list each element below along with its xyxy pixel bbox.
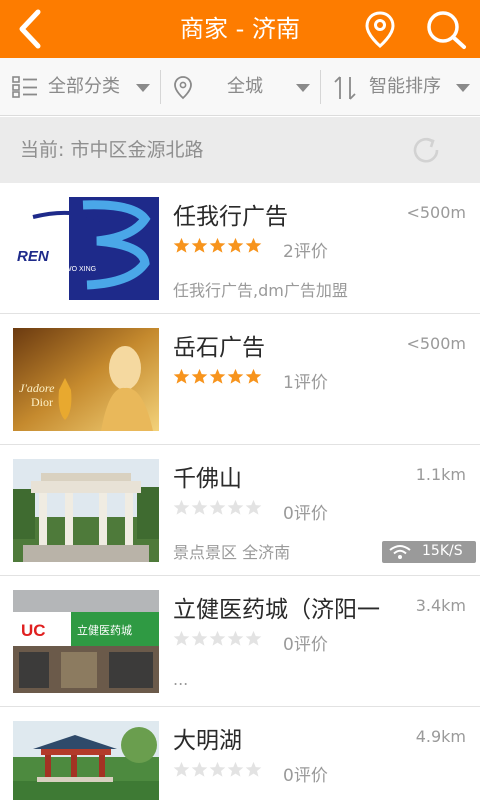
location-pin-icon bbox=[174, 76, 192, 100]
svg-text:REN: REN bbox=[17, 248, 50, 265]
star-icon bbox=[209, 368, 226, 384]
list-item[interactable]: UC 立健医药城 立健医药城（济阳一 3.4km 0评价 ... bbox=[0, 576, 480, 707]
svg-text:立健医药城: 立健医药城 bbox=[77, 623, 132, 637]
star-icon bbox=[209, 499, 226, 515]
star-icon bbox=[227, 630, 244, 646]
filter-category-label: 全部分类 bbox=[48, 76, 120, 97]
star-icon bbox=[245, 237, 262, 253]
current-location-bar: 当前: 市中区金源北路 bbox=[0, 117, 480, 183]
network-speed-badge: 15K/S bbox=[382, 541, 476, 563]
star-icon bbox=[209, 237, 226, 253]
star-icon bbox=[227, 499, 244, 515]
star-icon bbox=[191, 499, 208, 515]
wifi-icon bbox=[389, 545, 411, 559]
filter-area[interactable]: 全城 bbox=[161, 58, 319, 116]
list-item[interactable]: 千佛山 1.1km 0评价 景点景区 全济南 15K/S bbox=[0, 445, 480, 576]
star-icon bbox=[245, 368, 262, 384]
star-icon bbox=[191, 368, 208, 384]
filter-sort-label: 智能排序 bbox=[369, 76, 441, 97]
merchant-distance: <500m bbox=[406, 203, 466, 222]
location-pin-icon[interactable] bbox=[364, 10, 396, 48]
star-icon bbox=[173, 761, 190, 777]
refresh-icon[interactable] bbox=[410, 134, 442, 166]
star-icon bbox=[227, 368, 244, 384]
star-icon bbox=[173, 237, 190, 253]
star-icon bbox=[209, 630, 226, 646]
star-icon bbox=[227, 237, 244, 253]
merchant-thumbnail: REN WO XING bbox=[13, 197, 159, 300]
rating-stars bbox=[173, 237, 263, 257]
filter-bar: 全部分类 全城 智能排序 bbox=[0, 58, 480, 116]
logo-image: REN WO XING bbox=[13, 197, 159, 300]
merchant-description: ... bbox=[173, 670, 189, 689]
merchant-description: 任我行广告,dm广告加盟 bbox=[173, 281, 348, 300]
rating-stars bbox=[173, 630, 263, 650]
review-count: 0评价 bbox=[283, 766, 328, 786]
merchant-thumbnail: J'adore Dior bbox=[13, 328, 159, 431]
list-item[interactable]: REN WO XING 任我行广告 <500m 2评价 任我行广告,dm广告加盟 bbox=[0, 183, 480, 314]
star-icon bbox=[245, 761, 262, 777]
star-icon bbox=[227, 761, 244, 777]
star-icon bbox=[191, 761, 208, 777]
star-icon bbox=[191, 237, 208, 253]
merchant-distance: 4.9km bbox=[415, 727, 466, 746]
list-item[interactable]: J'adore Dior 岳石广告 <500m 1评价 bbox=[0, 314, 480, 445]
sort-icon bbox=[334, 76, 356, 100]
chevron-down-icon bbox=[296, 84, 310, 92]
chevron-down-icon bbox=[456, 84, 470, 92]
filter-area-label: 全城 bbox=[227, 76, 263, 97]
review-count: 2评价 bbox=[283, 242, 328, 262]
merchant-distance: 3.4km bbox=[415, 596, 466, 615]
star-icon bbox=[245, 630, 262, 646]
merchant-thumbnail bbox=[13, 721, 159, 800]
svg-text:UC: UC bbox=[21, 621, 46, 640]
pharmacy-storefront-image: UC 立健医药城 bbox=[13, 590, 159, 693]
chevron-down-icon bbox=[136, 84, 150, 92]
star-icon bbox=[191, 630, 208, 646]
perfume-ad-image: J'adore Dior bbox=[13, 328, 159, 431]
star-icon bbox=[209, 761, 226, 777]
svg-text:J'adore: J'adore bbox=[19, 381, 55, 395]
merchant-name: 立健医药城（济阳一 bbox=[173, 597, 380, 623]
svg-text:WO XING: WO XING bbox=[65, 266, 96, 273]
merchant-name: 大明湖 bbox=[173, 728, 242, 754]
merchant-description: 景点景区 全济南 bbox=[173, 543, 291, 562]
current-location-text: 当前: 市中区金源北路 bbox=[20, 139, 204, 161]
app-header: 商家 - 济南 bbox=[0, 0, 480, 58]
merchant-name: 任我行广告 bbox=[173, 204, 288, 230]
review-count: 0评价 bbox=[283, 635, 328, 655]
rating-stars bbox=[173, 499, 263, 519]
list-icon bbox=[12, 76, 37, 98]
svg-text:Dior: Dior bbox=[31, 395, 53, 409]
merchant-distance: 1.1km bbox=[415, 465, 466, 484]
archway-image bbox=[13, 459, 159, 562]
star-icon bbox=[173, 499, 190, 515]
rating-stars bbox=[173, 761, 263, 781]
network-speed-text: 15K/S bbox=[422, 543, 463, 559]
star-icon bbox=[173, 630, 190, 646]
review-count: 0评价 bbox=[283, 504, 328, 524]
star-icon bbox=[173, 368, 190, 384]
lake-pavilion-image bbox=[13, 721, 159, 800]
rating-stars bbox=[173, 368, 263, 388]
review-count: 1评价 bbox=[283, 373, 328, 393]
star-icon bbox=[245, 499, 262, 515]
merchant-name: 千佛山 bbox=[173, 466, 242, 492]
merchant-thumbnail bbox=[13, 459, 159, 562]
merchant-distance: <500m bbox=[406, 334, 466, 353]
filter-sort[interactable]: 智能排序 bbox=[321, 58, 480, 116]
merchant-name: 岳石广告 bbox=[173, 335, 265, 361]
search-icon[interactable] bbox=[424, 8, 468, 50]
list-item[interactable]: 大明湖 4.9km 0评价 bbox=[0, 707, 480, 800]
filter-category[interactable]: 全部分类 bbox=[0, 58, 158, 116]
page-title: 商家 - 济南 bbox=[180, 15, 300, 43]
merchant-thumbnail: UC 立健医药城 bbox=[13, 590, 159, 693]
